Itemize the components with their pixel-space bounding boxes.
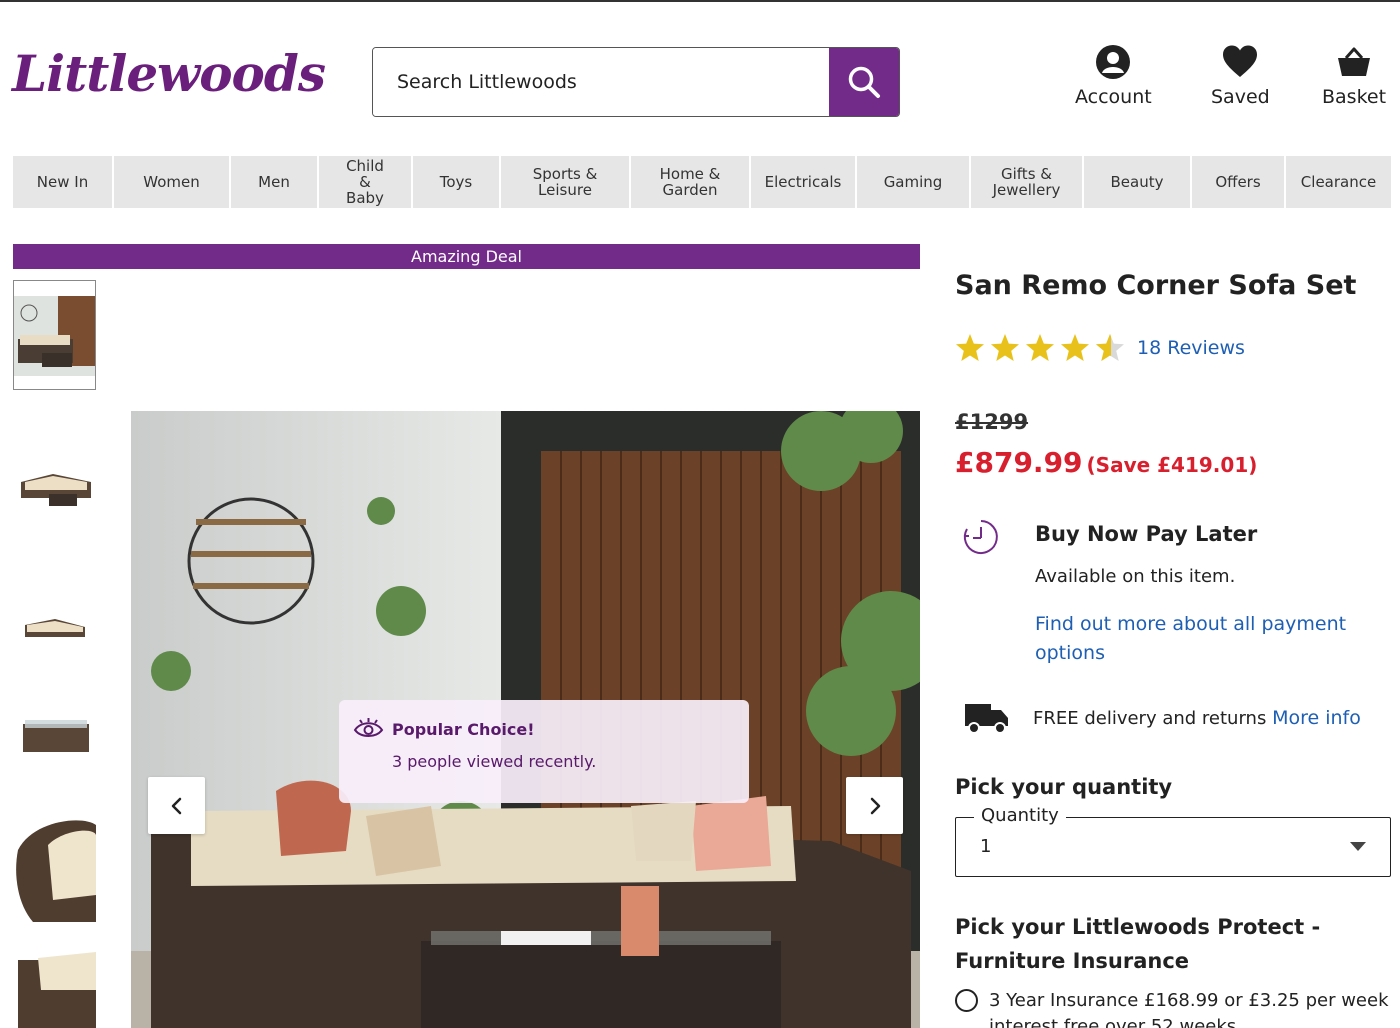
nav-item-child-baby[interactable]: Child & Baby [319,156,413,208]
thumbnail-6[interactable] [13,950,96,1028]
basket-icon [1338,47,1371,76]
top-border [0,0,1400,2]
bnpl-subtext: Available on this item. [1035,566,1236,587]
popular-subtext: 3 people viewed recently. [392,752,597,771]
search-button[interactable] [829,48,899,116]
thumbnail-5[interactable] [13,815,96,922]
nav-item-offers[interactable]: Offers [1192,156,1286,208]
quantity-label: Quantity [974,805,1066,826]
delivery-info: FREE delivery and returns More info [1033,707,1361,729]
delivery-text: FREE delivery and returns [1033,708,1267,729]
reviews-link[interactable]: 18 Reviews [1137,337,1245,359]
previous-image-button[interactable] [148,777,205,834]
search-bar [372,47,900,117]
insurance-option-radio[interactable] [955,989,978,1012]
chevron-right-icon [870,797,880,814]
protect-heading: Pick your Littlewoods Protect - Furnitur… [955,915,1321,973]
saved-link[interactable]: Saved [1211,44,1270,108]
original-price: £1299 [955,410,1029,434]
saved-label: Saved [1211,86,1270,108]
nav-item-gifts-jewellery[interactable]: Gifts & Jewellery [971,156,1084,208]
thumbnail-4[interactable] [13,710,96,760]
search-icon [848,66,880,98]
sale-price-value: £879.99 [955,446,1083,479]
account-label: Account [1075,86,1152,108]
nav-item-gaming[interactable]: Gaming [857,156,971,208]
main-navigation: New In Women Men Child & Baby Toys Sport… [13,156,1391,208]
thumbnail-3[interactable] [13,605,96,655]
quantity-select[interactable] [955,817,1391,877]
deal-banner: Amazing Deal [13,244,920,269]
delivery-truck-icon [965,704,1008,734]
heart-icon [1223,45,1258,77]
popular-choice-badge: Popular Choice! 3 people viewed recently… [339,700,749,803]
thumbnail-2[interactable] [13,460,96,520]
quantity-heading: Pick your quantity [955,775,1173,799]
quantity-value: 1 [980,836,992,857]
rating-summary: 18 Reviews [955,333,1245,363]
delivery-more-info-link[interactable]: More info [1272,707,1361,729]
star-rating [956,334,1124,361]
nav-item-clearance[interactable]: Clearance [1286,156,1391,208]
clock-icon [963,520,998,554]
nav-item-men[interactable]: Men [231,156,319,208]
thumbnail-1[interactable] [13,280,96,390]
littlewoods-logo[interactable]: Littlewoods [12,44,326,103]
account-link[interactable]: Account [1075,44,1152,108]
chevron-left-icon [171,797,181,814]
product-title: San Remo Corner Sofa Set [955,270,1357,301]
nav-item-sports-leisure[interactable]: Sports & Leisure [501,156,631,208]
sale-price: £879.99 (Save £419.01) [955,446,1257,479]
basket-link[interactable]: Basket [1322,44,1386,108]
nav-item-home-garden[interactable]: Home & Garden [631,156,751,208]
popular-title: Popular Choice! [392,719,535,739]
bnpl-title: Buy Now Pay Later [1035,522,1258,546]
payment-options-link[interactable]: Find out more about all payment options [1035,610,1375,668]
nav-item-new-in[interactable]: New In [13,156,114,208]
insurance-option-label: 3 Year Insurance £168.99 or £3.25 per we… [989,990,1389,1028]
nav-item-women[interactable]: Women [114,156,231,208]
nav-item-toys[interactable]: Toys [413,156,501,208]
next-image-button[interactable] [846,777,903,834]
savings-amount: (Save £419.01) [1086,453,1258,477]
basket-label: Basket [1322,86,1387,108]
chevron-down-icon [1350,842,1366,851]
nav-item-electricals[interactable]: Electricals [751,156,857,208]
search-input[interactable] [373,48,829,116]
nav-item-beauty[interactable]: Beauty [1084,156,1192,208]
account-icon [1096,45,1131,79]
eye-icon [353,718,384,737]
